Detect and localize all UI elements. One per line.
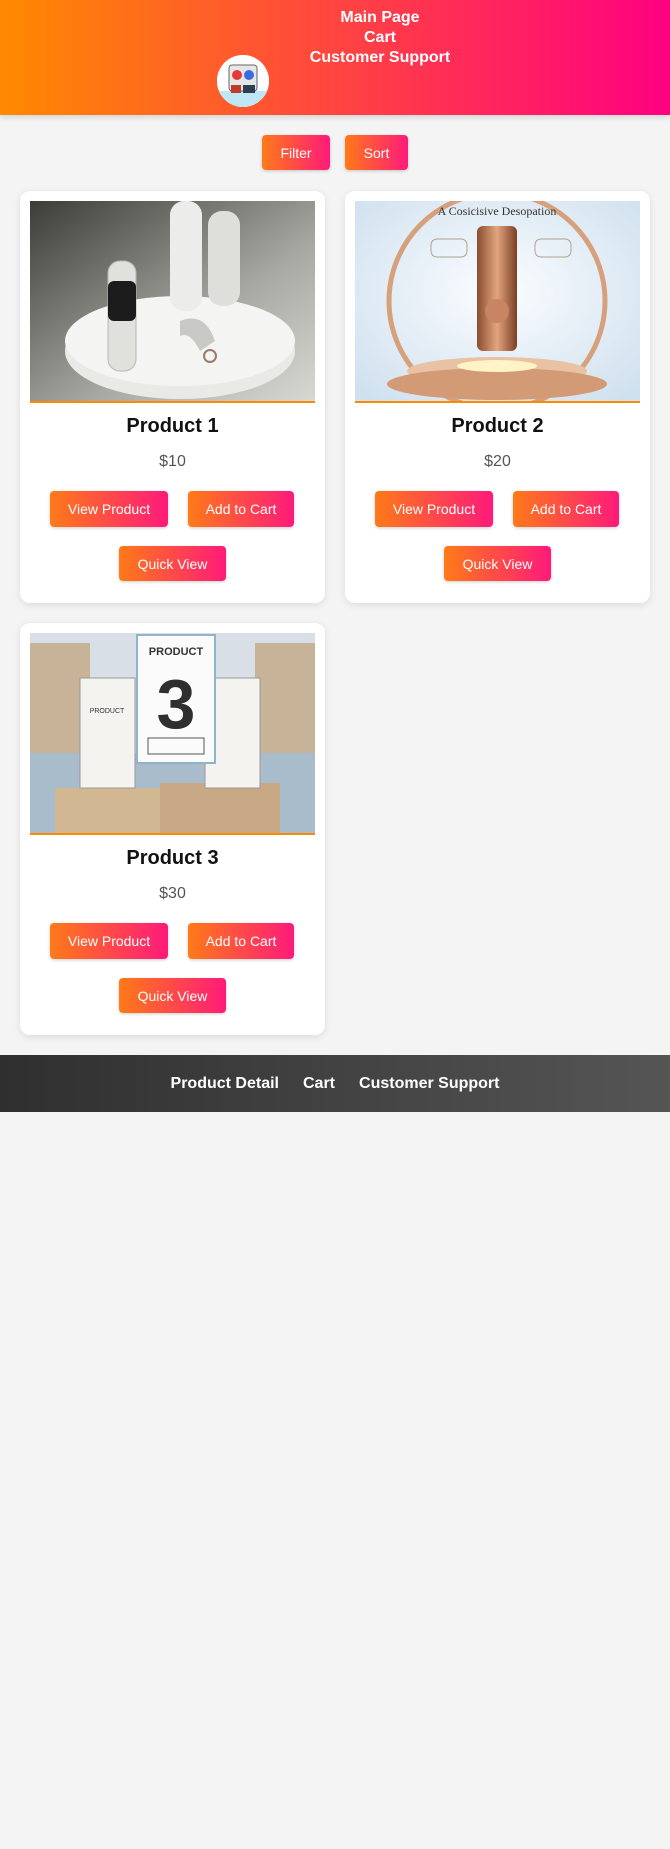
add-to-cart-button[interactable]: Add to Cart (188, 491, 294, 527)
sort-button[interactable]: Sort (345, 135, 408, 170)
nav-customer-support[interactable]: Customer Support (310, 48, 450, 68)
product-name: Product 3 (126, 847, 219, 869)
product-name: Product 1 (126, 415, 219, 437)
product-card-3: PRODUCT PRODUCT 3 Product 3 $30 View Pro… (20, 623, 325, 1035)
product-image-3[interactable]: PRODUCT PRODUCT 3 (30, 633, 315, 835)
view-product-button[interactable]: View Product (50, 923, 168, 959)
quick-view-button[interactable]: Quick View (444, 546, 551, 581)
image-heading: A Cosicisive Desopation (438, 204, 557, 218)
card-label: PRODUCT (149, 646, 204, 658)
product-controls: Filter Sort (0, 135, 670, 170)
view-product-button[interactable]: View Product (50, 491, 168, 527)
footer-cart[interactable]: Cart (303, 1075, 335, 1093)
nav-cart[interactable]: Cart (364, 28, 396, 48)
quick-view-button[interactable]: Quick View (119, 978, 226, 1013)
footer-product-detail[interactable]: Product Detail (171, 1075, 279, 1093)
product-price: $10 (159, 453, 186, 470)
footer-customer-support[interactable]: Customer Support (359, 1075, 499, 1093)
filter-button[interactable]: Filter (262, 135, 330, 170)
product-price: $20 (484, 453, 511, 470)
card-number: 3 (157, 665, 196, 743)
box-label: PRODUCT (90, 708, 125, 715)
product-name: Product 2 (451, 415, 544, 437)
site-header: Main Page Cart Customer Support (0, 0, 670, 115)
add-to-cart-button[interactable]: Add to Cart (513, 491, 619, 527)
product-price: $30 (159, 885, 186, 902)
header-nav: Main Page Cart Customer Support (300, 8, 460, 68)
site-footer: Product Detail Cart Customer Support (0, 1055, 670, 1112)
quick-view-button[interactable]: Quick View (119, 546, 226, 581)
nav-main-page[interactable]: Main Page (340, 8, 419, 28)
product-card-2: A Cosicisive Desopation Product 2 $20 Vi… (345, 191, 650, 603)
add-to-cart-button[interactable]: Add to Cart (188, 923, 294, 959)
view-product-button[interactable]: View Product (375, 491, 493, 527)
product-image-2[interactable]: A Cosicisive Desopation (355, 201, 640, 403)
product-card-1: Product 1 $10 View Product Add to Cart Q… (20, 191, 325, 603)
product-image-1[interactable] (30, 201, 315, 403)
site-logo[interactable] (217, 55, 269, 107)
